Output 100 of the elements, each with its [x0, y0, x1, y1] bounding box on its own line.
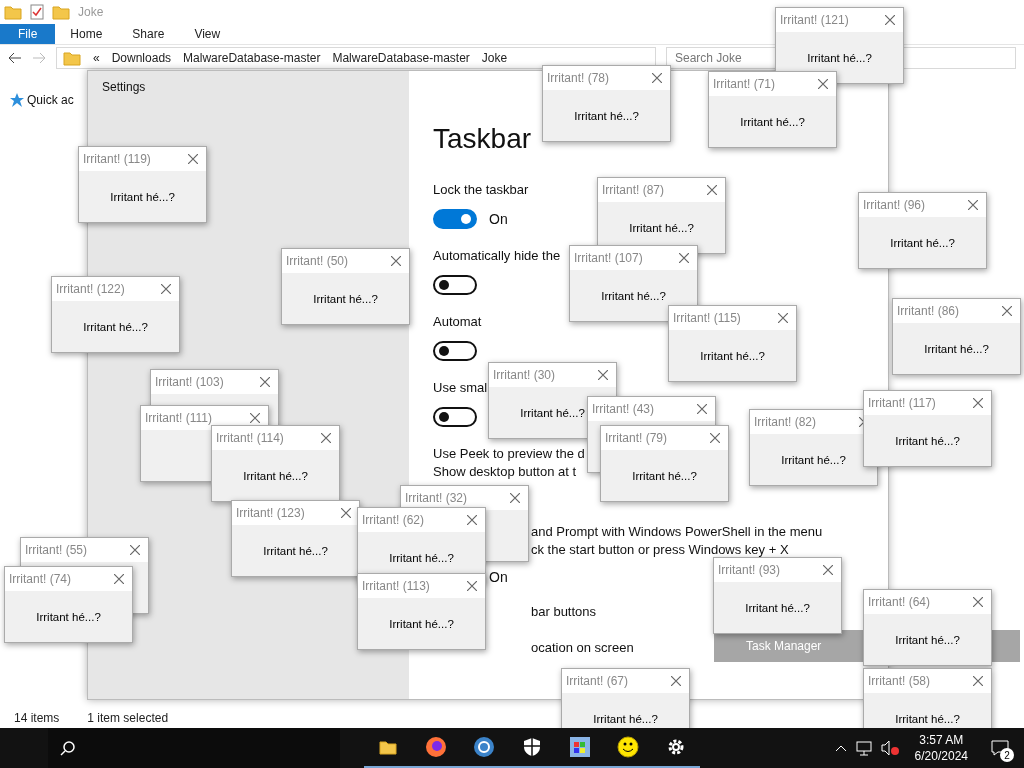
dialog-message: Irritant hé...?	[313, 292, 378, 305]
close-icon[interactable]	[973, 676, 983, 686]
dialog-message: Irritant hé...?	[36, 610, 101, 623]
close-icon[interactable]	[250, 413, 260, 423]
dialog-message: Irritant hé...?	[807, 51, 872, 64]
clock[interactable]: 3:57 AM 6/20/2024	[906, 732, 976, 764]
setting-label: Automat	[433, 313, 482, 331]
close-icon[interactable]	[707, 185, 717, 195]
dialog-message: Irritant hé...?	[890, 236, 955, 249]
close-icon[interactable]	[598, 370, 608, 380]
close-icon[interactable]	[710, 433, 720, 443]
close-icon[interactable]	[510, 493, 520, 503]
setting-label: Automatically hide the	[433, 247, 561, 265]
page-heading: Taskbar	[433, 123, 532, 155]
back-arrow-icon[interactable]	[8, 52, 22, 64]
window-title: Settings	[102, 80, 146, 94]
dialog-title: Irritant! (30)	[493, 368, 555, 382]
dialog-title: Irritant! (111)	[145, 411, 212, 425]
breadcrumb[interactable]: MalwareDatabase-master	[332, 51, 470, 65]
ribbon-tab[interactable]: Home	[55, 24, 118, 44]
dialog-message: Irritant hé...?	[895, 434, 960, 447]
close-icon[interactable]	[652, 73, 662, 83]
close-icon[interactable]	[321, 433, 331, 443]
setting-label: and Prompt with Windows PowerShell in the menu	[531, 523, 823, 541]
dialog-message: Irritant hé...?	[520, 406, 585, 419]
close-icon[interactable]	[467, 515, 477, 525]
window-picture-icon	[569, 736, 591, 758]
toggle-switch[interactable]	[433, 209, 477, 229]
setting-label: Use smal	[433, 379, 488, 397]
dialog-message: Irritant hé...?	[700, 349, 765, 362]
dialog-title: Irritant! (119)	[83, 152, 151, 166]
dialog-title: Irritant! (123)	[236, 506, 305, 520]
status-text: 14 items	[14, 711, 60, 725]
close-icon[interactable]	[885, 15, 895, 25]
toggle-state: On	[489, 569, 508, 585]
close-icon[interactable]	[130, 545, 140, 555]
dialog-title: Irritant! (64)	[868, 595, 930, 609]
settings-icon	[666, 737, 686, 757]
dialog-message: Irritant hé...?	[745, 601, 810, 614]
shield-icon	[523, 737, 541, 757]
folder-icon[interactable]	[379, 739, 397, 755]
close-icon[interactable]	[823, 565, 833, 575]
search-icon[interactable]	[60, 740, 76, 756]
dialog-title: Irritant! (62)	[362, 513, 424, 527]
dialog-message: Irritant hé...?	[601, 289, 666, 302]
dialog-title: Irritant! (114)	[216, 431, 284, 445]
dialog-title: Irritant! (115)	[673, 311, 741, 325]
muted-speaker-icon[interactable]	[880, 740, 899, 756]
ribbon-tab[interactable]: File	[0, 24, 56, 44]
breadcrumb[interactable]: MalwareDatabase-master	[183, 51, 321, 65]
close-icon[interactable]	[341, 508, 351, 518]
dialog-title: Irritant! (71)	[713, 77, 775, 91]
close-icon[interactable]	[114, 574, 124, 584]
breadcrumb[interactable]: Downloads	[111, 51, 172, 65]
close-icon[interactable]	[679, 253, 689, 263]
dialog-title: Irritant! (107)	[574, 251, 643, 265]
dialog-title: Irritant! (93)	[718, 563, 780, 577]
setting-label: ck the start button or press Windows key + X	[531, 541, 789, 559]
ring-browser-icon	[473, 736, 495, 758]
close-icon[interactable]	[391, 256, 401, 266]
toggle-switch[interactable]	[433, 407, 477, 427]
breadcrumb[interactable]: «	[93, 51, 100, 65]
dialog-message: Irritant hé...?	[924, 342, 989, 355]
close-icon[interactable]	[973, 398, 983, 408]
toggle-switch[interactable]	[433, 341, 477, 361]
setting-label: Lock the taskbar	[433, 181, 529, 199]
close-icon[interactable]	[188, 154, 198, 164]
breadcrumb[interactable]: Joke	[481, 51, 508, 65]
star-icon	[10, 93, 24, 107]
close-icon[interactable]	[671, 676, 681, 686]
dialog-title: Irritant! (50)	[286, 254, 348, 268]
dialog-message: Irritant hé...?	[740, 115, 805, 128]
dialog-title: Irritant! (103)	[155, 375, 224, 389]
setting-label: bar buttons	[531, 603, 597, 621]
address-bar[interactable]: « Downloads MalwareDatabase-master MalwareDatabase-master Joke	[56, 47, 656, 69]
nav-item[interactable]: Quick ac	[10, 93, 74, 107]
notification-button[interactable]: 2	[984, 728, 1016, 768]
checklist-icon[interactable]	[30, 4, 44, 20]
close-icon[interactable]	[973, 597, 983, 607]
chevron-up-icon[interactable]	[834, 744, 847, 752]
network-icon[interactable]	[854, 740, 873, 756]
close-icon[interactable]	[697, 404, 707, 414]
toggle-state: On	[489, 211, 508, 227]
close-icon[interactable]	[1002, 306, 1012, 316]
ribbon-tab[interactable]: View	[179, 24, 236, 44]
close-icon[interactable]	[778, 313, 788, 323]
dialog-message: Irritant hé...?	[243, 469, 308, 482]
dialog-title: Irritant! (58)	[868, 674, 930, 688]
ribbon-tab[interactable]: Share	[117, 24, 180, 44]
dialog-title: Irritant! (121)	[780, 13, 849, 27]
close-icon[interactable]	[467, 581, 477, 591]
close-icon[interactable]	[818, 79, 828, 89]
smiley-icon	[617, 736, 639, 758]
setting-label: Use Peek to preview the d	[433, 445, 585, 463]
dialog-title: Irritant! (43)	[592, 402, 654, 416]
close-icon[interactable]	[260, 377, 270, 387]
close-icon[interactable]	[968, 200, 978, 210]
toggle-switch[interactable]	[433, 275, 477, 295]
close-icon[interactable]	[161, 284, 171, 294]
dialog-title: Irritant! (55)	[25, 543, 87, 557]
